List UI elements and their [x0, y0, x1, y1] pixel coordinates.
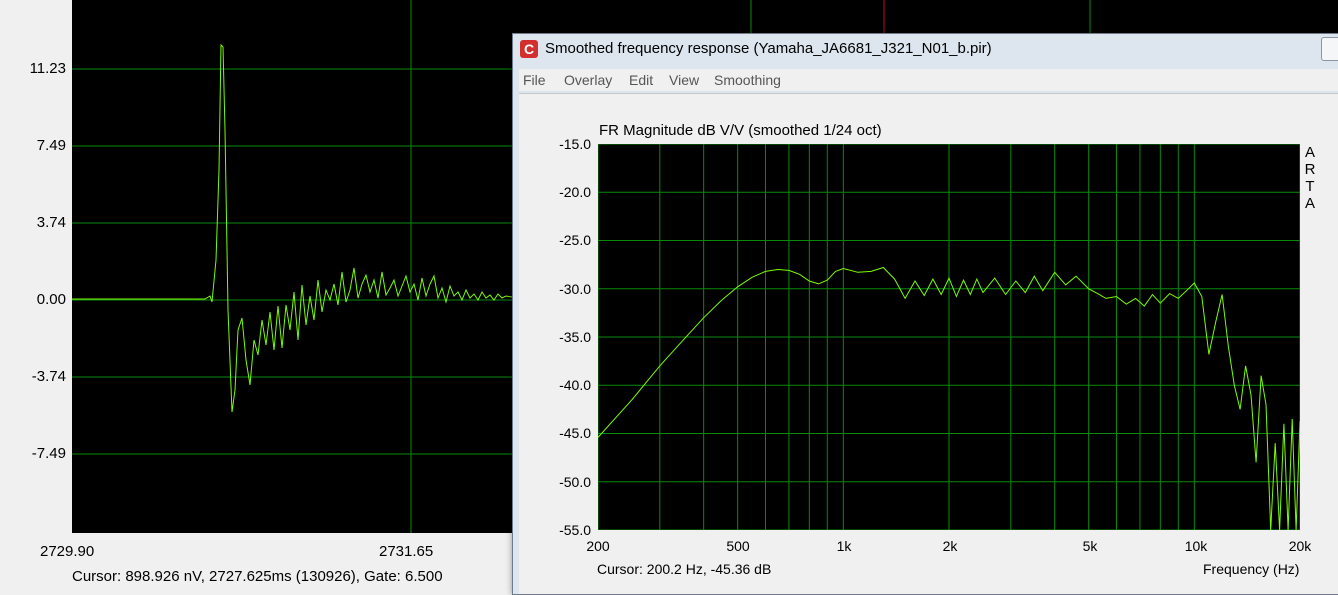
- chart-title: FR Magnitude dB V/V (smoothed 1/24 oct): [599, 122, 882, 139]
- chart-area: FR Magnitude dB V/V (smoothed 1/24 oct) …: [519, 93, 1338, 594]
- y-tick-label: 3.74: [36, 214, 66, 231]
- y-tick-label: 0.00: [36, 291, 66, 308]
- y-tick-label: -45.0: [559, 425, 591, 441]
- close-button[interactable]: ✕: [1321, 37, 1338, 61]
- watermark-letter: A: [1304, 195, 1315, 212]
- menu-smoothing[interactable]: Smoothing: [714, 72, 781, 88]
- y-tick-label: -7.49: [31, 445, 66, 462]
- x-tick-label: 2731.65: [379, 543, 434, 560]
- x-tick-label: 5k: [1082, 538, 1098, 554]
- y-tick-label: 7.49: [36, 137, 66, 154]
- watermark-letter: T: [1305, 178, 1315, 195]
- y-tick-label: -3.74: [31, 368, 66, 385]
- watermark-letter: A: [1304, 144, 1315, 161]
- impulse-plot-svg: [72, 0, 532, 533]
- x-tick-label: 1k: [836, 538, 852, 554]
- window-title: Smoothed frequency response (Yamaha_JA66…: [545, 40, 992, 57]
- x-tick-label: 500: [726, 538, 750, 554]
- x-tick-label: 200: [586, 538, 610, 554]
- y-tick-label: -20.0: [559, 184, 591, 200]
- menu-bar: File Overlay Edit View Smoothing: [519, 69, 1338, 91]
- arta-watermark: A R T A: [1303, 144, 1317, 212]
- x-tick-label: 10k: [1184, 538, 1208, 554]
- cursor-readout: Cursor: 898.926 nV, 2727.625ms (130926),…: [72, 568, 443, 585]
- arta-c-icon: C: [520, 40, 538, 58]
- x-tick-label: 20k: [1288, 538, 1312, 554]
- watermark-letter: R: [1304, 161, 1316, 178]
- y-tick-label: -15.0: [559, 136, 591, 152]
- y-tick-label: -50.0: [559, 474, 591, 490]
- cursor-readout: Cursor: 200.2 Hz, -45.36 dB: [597, 561, 772, 577]
- frequency-response-plot[interactable]: [598, 144, 1300, 530]
- fr-plot-svg: [598, 144, 1300, 530]
- window-titlebar[interactable]: C Smoothed frequency response (Yamaha_JA…: [513, 34, 1338, 64]
- y-tick-label: -40.0: [559, 377, 591, 393]
- menu-edit[interactable]: Edit: [629, 72, 653, 88]
- x-tick-label: 2729.90: [40, 543, 95, 560]
- impulse-response-plot[interactable]: [72, 0, 532, 533]
- y-tick-label: -55.0: [559, 522, 591, 538]
- smoothed-frequency-response-window[interactable]: C Smoothed frequency response (Yamaha_JA…: [512, 33, 1338, 595]
- x-tick-label: 2k: [942, 538, 958, 554]
- x-axis-label: Frequency (Hz): [1203, 561, 1300, 577]
- y-tick-label: -30.0: [559, 281, 591, 297]
- menu-overlay[interactable]: Overlay: [564, 72, 612, 88]
- menu-view[interactable]: View: [669, 72, 699, 88]
- y-tick-label: -25.0: [559, 232, 591, 248]
- menu-file[interactable]: File: [523, 72, 546, 88]
- y-tick-label: -35.0: [559, 329, 591, 345]
- y-tick-label: 11.23: [29, 60, 66, 77]
